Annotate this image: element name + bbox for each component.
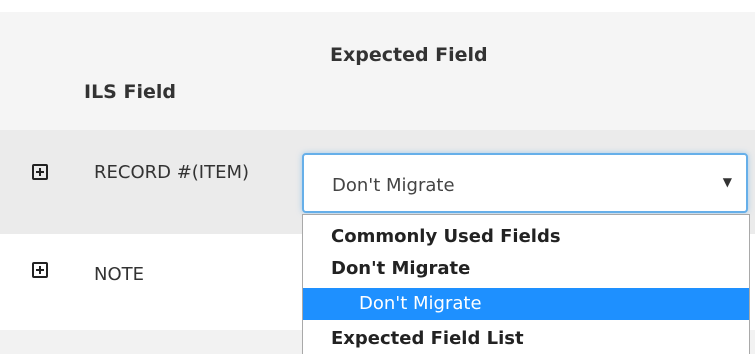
- select-value: Don't Migrate: [332, 175, 455, 196]
- column-header-expected-field: Expected Field: [330, 44, 488, 66]
- optgroup-expected-field-list: Expected Field List: [331, 328, 524, 349]
- column-header-ils-field: ILS Field: [84, 81, 176, 103]
- table-header: [0, 12, 755, 130]
- optgroup-dont-migrate: Don't Migrate: [331, 258, 471, 279]
- option-dont-migrate[interactable]: Don't Migrate: [303, 288, 749, 320]
- ils-field-note: NOTE: [94, 264, 145, 285]
- plus-square-icon[interactable]: [32, 164, 48, 180]
- expected-field-dropdown-list[interactable]: Commonly Used Fields Don't Migrate Don't…: [302, 214, 750, 354]
- plus-square-icon[interactable]: [32, 262, 48, 278]
- expected-field-select[interactable]: Don't Migrate ▼: [302, 153, 748, 213]
- optgroup-commonly-used-fields: Commonly Used Fields: [331, 226, 561, 247]
- caret-down-icon: ▼: [722, 175, 732, 189]
- ils-field-record-item: RECORD #(ITEM): [94, 162, 250, 183]
